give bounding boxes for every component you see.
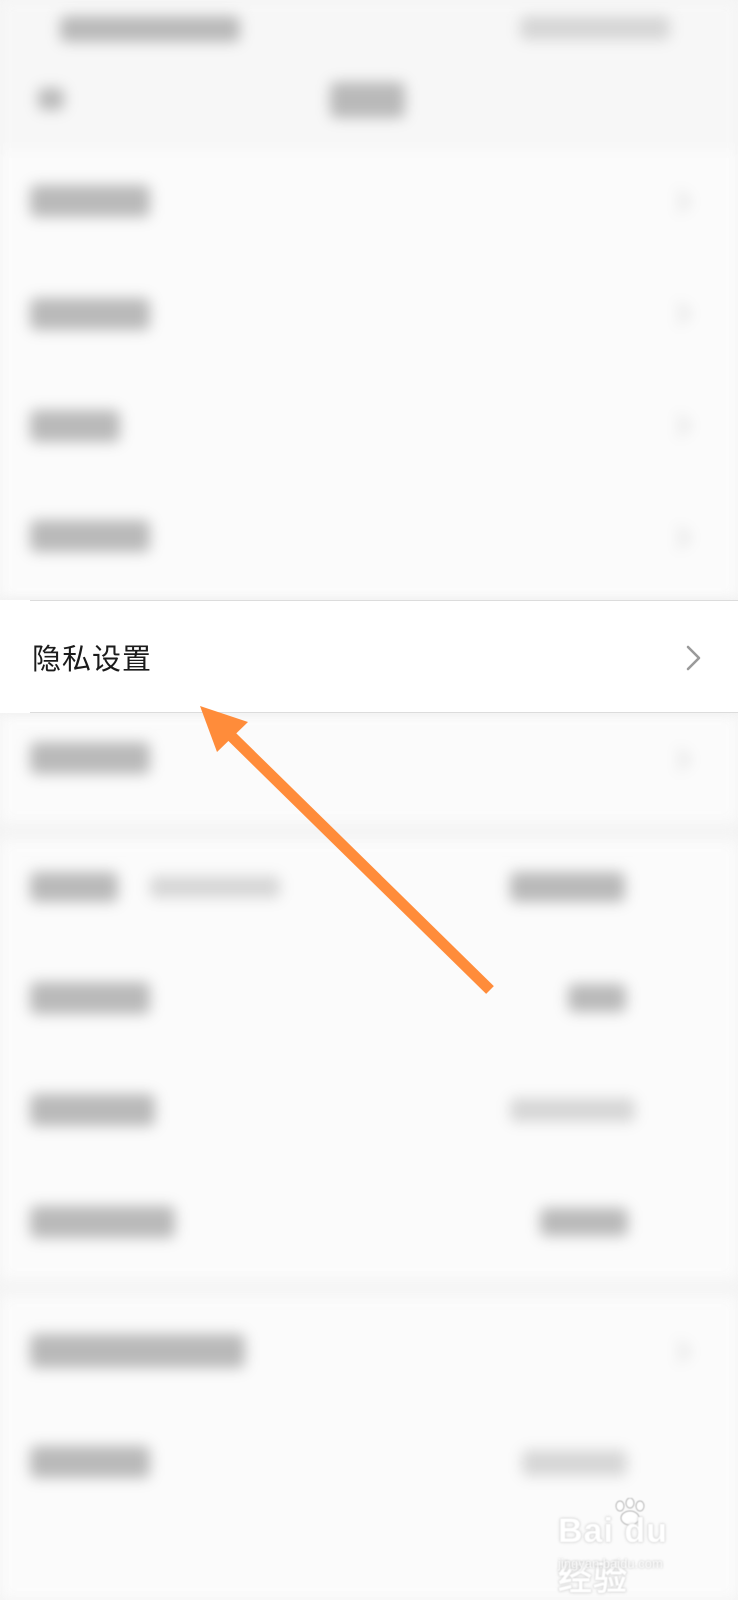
baidu-jingyan-watermark: Bai du 经验 jingyan.baidu.com <box>550 1498 700 1598</box>
settings-row-4-blur[interactable] <box>30 520 150 552</box>
back-button-blur[interactable] <box>38 88 64 110</box>
privacy-settings-label: 隐私设置 <box>32 642 153 676</box>
watermark-url: jingyan.baidu.com <box>558 1556 663 1571</box>
row-divider-top <box>30 600 738 601</box>
status-bar-right-blur <box>520 16 670 40</box>
privacy-settings-row[interactable]: 隐私设置 <box>0 600 738 713</box>
chevron-right-icon <box>686 645 701 671</box>
settings-row-8-blur[interactable] <box>30 982 150 1014</box>
page-title-blur <box>330 82 405 118</box>
status-bar-blur <box>60 16 240 42</box>
settings-row-9-blur[interactable] <box>30 1094 155 1126</box>
settings-row-7-blur[interactable] <box>30 872 118 902</box>
settings-row-6-blur[interactable] <box>30 742 150 774</box>
settings-row-3-blur[interactable] <box>30 410 120 442</box>
settings-row-1-blur[interactable] <box>30 185 150 217</box>
settings-row-11-blur[interactable] <box>30 1334 245 1368</box>
settings-row-10-blur[interactable] <box>30 1206 175 1238</box>
blurred-settings-background <box>0 0 738 1600</box>
settings-row-2-blur[interactable] <box>30 298 150 330</box>
settings-row-12-blur[interactable] <box>30 1446 150 1478</box>
row-divider-bottom <box>30 712 738 713</box>
